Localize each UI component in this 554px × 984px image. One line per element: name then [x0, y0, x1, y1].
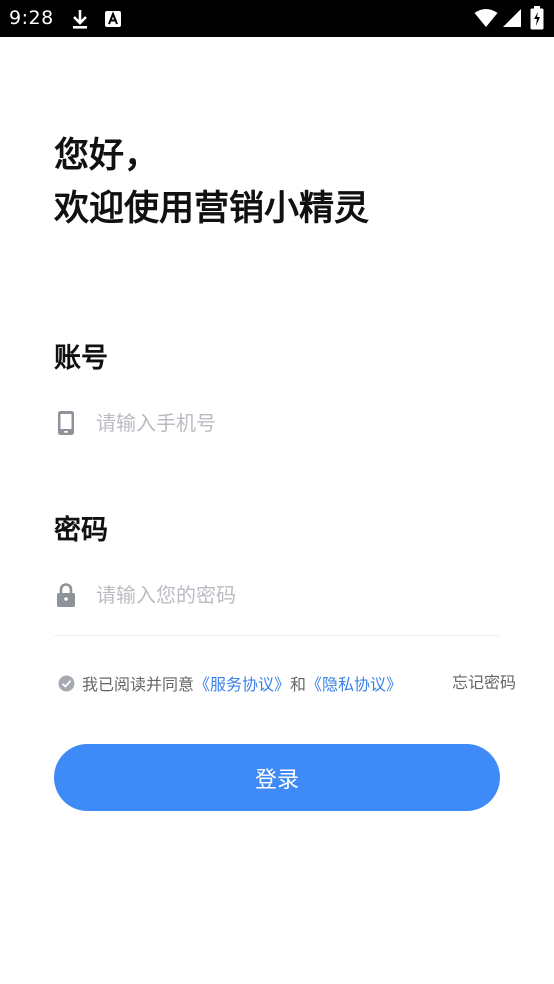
- service-agreement-link[interactable]: 《服务协议》: [194, 671, 290, 695]
- status-time: 9:28: [9, 7, 54, 29]
- greeting-line-1: 您好，: [54, 136, 160, 176]
- login-button[interactable]: 登录: [54, 744, 500, 811]
- lock-icon: [57, 583, 75, 607]
- phone-icon: [58, 411, 74, 435]
- forgot-password-link[interactable]: 忘记密码: [452, 670, 516, 696]
- wifi-icon: [474, 9, 498, 27]
- account-label: 账号: [54, 343, 108, 374]
- phone-number-input[interactable]: [96, 398, 496, 448]
- password-input[interactable]: [96, 570, 496, 620]
- agreement-row: 我已阅读并同意 《服务协议》 和 《隐私协议》: [58, 670, 402, 696]
- signal-icon: [503, 9, 521, 27]
- privacy-agreement-link[interactable]: 《隐私协议》: [306, 671, 402, 695]
- account-input-row: [54, 398, 500, 448]
- greeting-line-2: 欢迎使用营销小精灵: [54, 189, 370, 229]
- battery-icon: [530, 6, 544, 30]
- app-notification-icon: [105, 11, 121, 27]
- agreement-and-text: 和: [290, 675, 307, 694]
- download-icon: [73, 10, 87, 29]
- agreement-checkbox-icon[interactable]: [58, 675, 75, 692]
- password-label: 密码: [54, 515, 108, 546]
- agreement-prefix-text: 我已阅读并同意: [82, 675, 195, 694]
- greeting-title: 您好， 欢迎使用营销小精灵: [54, 130, 369, 236]
- status-bar: 9:28: [0, 0, 554, 37]
- password-input-row: [54, 570, 500, 636]
